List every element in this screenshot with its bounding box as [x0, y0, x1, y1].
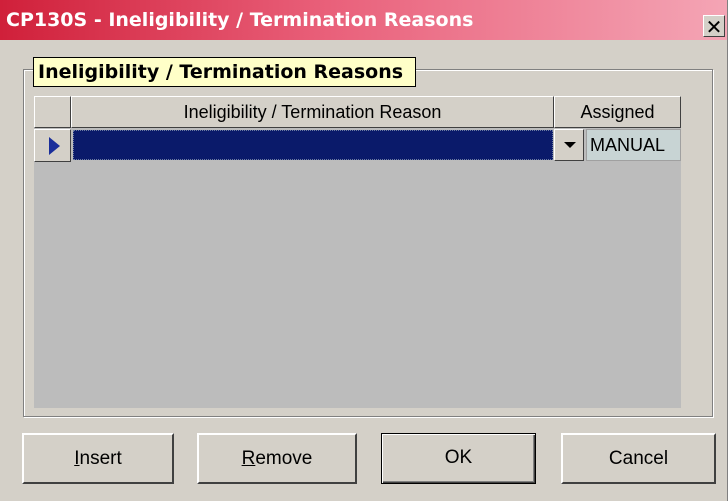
insert-label-rest: nsert: [79, 448, 122, 469]
chevron-down-icon: [564, 142, 576, 148]
reasons-grid[interactable]: Ineligibility / Termination Reason Assig…: [34, 96, 681, 408]
reason-dropdown-button[interactable]: [554, 129, 584, 161]
row-header-corner: [34, 96, 71, 128]
reason-dropdown-cell[interactable]: [73, 130, 553, 160]
window-title: CP130S - Ineligibility / Termination Rea…: [6, 9, 474, 31]
assigned-cell: MANUAL: [586, 129, 681, 161]
cancel-button[interactable]: Cancel: [561, 433, 716, 484]
column-header-assigned[interactable]: Assigned: [554, 96, 681, 128]
remove-mnemonic: R: [241, 448, 256, 469]
dialog-window: CP130S - Ineligibility / Termination Rea…: [0, 0, 728, 501]
remove-button[interactable]: Remove: [197, 433, 357, 484]
close-icon[interactable]: ✕: [703, 15, 725, 38]
insert-button[interactable]: Insert: [22, 433, 174, 484]
title-bar[interactable]: CP130S - Ineligibility / Termination Rea…: [0, 0, 727, 40]
group-label: Ineligibility / Termination Reasons: [33, 57, 417, 87]
remove-label-rest: emove: [255, 448, 313, 469]
row-indicator[interactable]: [34, 129, 71, 162]
current-row-arrow-icon: [49, 137, 60, 155]
column-header-reason[interactable]: Ineligibility / Termination Reason: [71, 96, 554, 128]
ok-button[interactable]: OK: [381, 433, 536, 484]
